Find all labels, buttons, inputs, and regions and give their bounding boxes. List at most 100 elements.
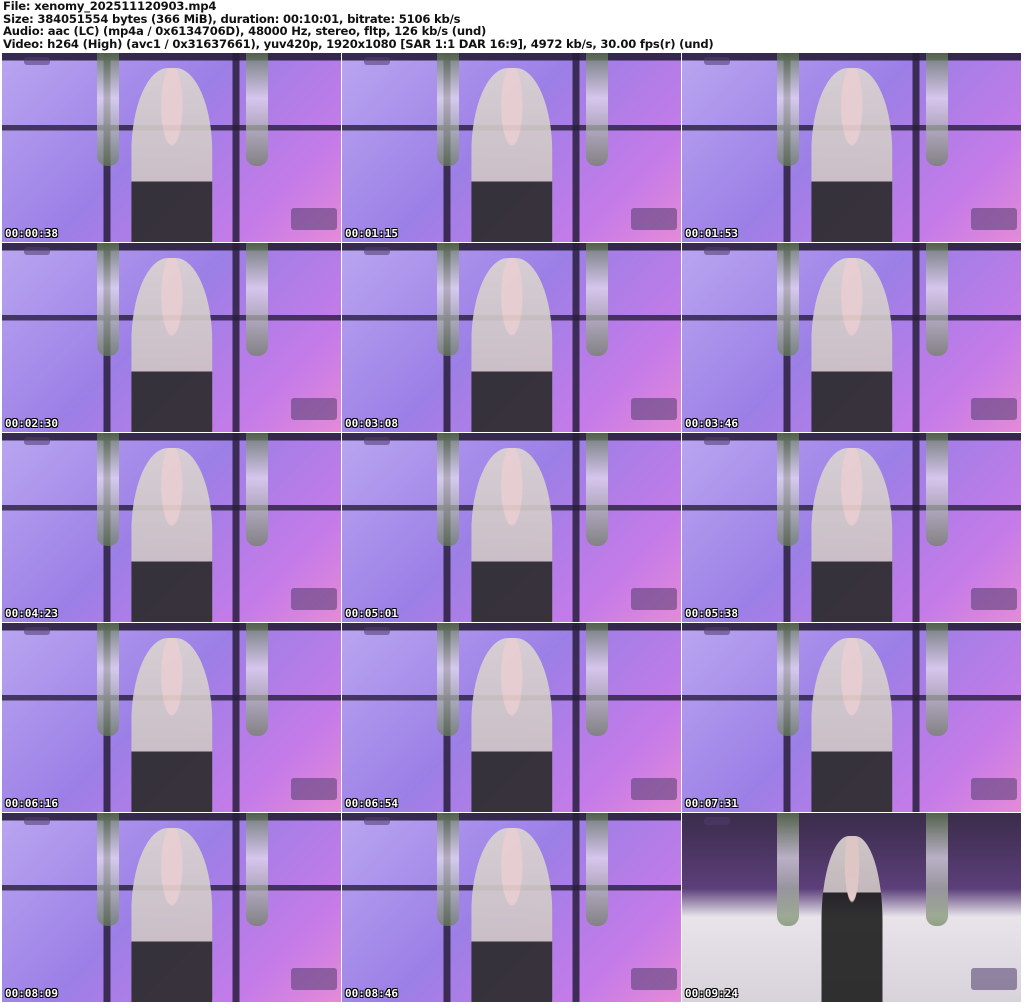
timestamp: 00:01:15 xyxy=(345,227,398,240)
plant-decoration xyxy=(436,243,459,357)
video-thumbnail: 00:06:16 xyxy=(2,623,341,812)
plant-decoration xyxy=(436,433,459,547)
overlay-tag xyxy=(24,57,50,65)
video-thumbnail: 00:03:08 xyxy=(342,243,681,432)
person-figure xyxy=(470,68,553,242)
file-name: File: xenomy_202511120903.mp4 xyxy=(3,0,217,13)
plant-decoration xyxy=(926,53,949,167)
overlay-widget xyxy=(631,778,677,800)
plant-decoration xyxy=(926,813,949,927)
timestamp: 00:08:09 xyxy=(5,987,58,1000)
overlay-widget xyxy=(631,588,677,610)
overlay-tag xyxy=(364,817,390,825)
overlay-widget xyxy=(631,208,677,230)
timestamp: 00:06:16 xyxy=(5,797,58,810)
video-thumbnail: 00:08:09 xyxy=(2,813,341,1002)
plant-decoration xyxy=(96,243,119,357)
person-figure xyxy=(130,68,213,242)
overlay-tag xyxy=(704,437,730,445)
overlay-tag xyxy=(24,247,50,255)
overlay-tag xyxy=(704,57,730,65)
timestamp: 00:03:08 xyxy=(345,417,398,430)
overlay-tag xyxy=(364,247,390,255)
timestamp: 00:00:38 xyxy=(5,227,58,240)
video-thumbnail: 00:02:30 xyxy=(2,243,341,432)
plant-decoration xyxy=(586,623,609,737)
plant-decoration xyxy=(246,53,269,167)
timestamp: 00:01:53 xyxy=(685,227,738,240)
overlay-widget xyxy=(291,588,337,610)
plant-decoration xyxy=(586,433,609,547)
plant-decoration xyxy=(246,813,269,927)
video-thumbnail: 00:05:01 xyxy=(342,433,681,622)
overlay-tag xyxy=(364,57,390,65)
plant-decoration xyxy=(586,243,609,357)
person-figure xyxy=(130,828,213,1002)
timestamp: 00:04:23 xyxy=(5,607,58,620)
plant-decoration xyxy=(776,243,799,357)
audio-info: Audio: aac (LC) (mp4a / 0x6134706D), 480… xyxy=(3,24,487,39)
person-figure xyxy=(130,448,213,622)
overlay-widget xyxy=(971,968,1017,990)
person-figure xyxy=(810,258,893,432)
plant-decoration xyxy=(246,433,269,547)
person-figure xyxy=(810,638,893,812)
overlay-tag xyxy=(24,437,50,445)
file-info-header: File: xenomy_202511120903.mp4 Size: 3840… xyxy=(3,0,714,50)
person-figure xyxy=(810,68,893,242)
video-thumbnail: 00:05:38 xyxy=(682,433,1021,622)
overlay-tag xyxy=(364,627,390,635)
plant-decoration xyxy=(926,243,949,357)
person-figure xyxy=(130,638,213,812)
overlay-widget xyxy=(971,398,1017,420)
plant-decoration xyxy=(926,433,949,547)
overlay-tag xyxy=(24,627,50,635)
plant-decoration xyxy=(436,813,459,927)
video-thumbnail: 00:08:46 xyxy=(342,813,681,1002)
plant-decoration xyxy=(926,623,949,737)
overlay-widget xyxy=(971,588,1017,610)
overlay-widget xyxy=(291,778,337,800)
plant-decoration xyxy=(436,623,459,737)
timestamp: 00:05:01 xyxy=(345,607,398,620)
plant-decoration xyxy=(776,53,799,167)
timestamp: 00:05:38 xyxy=(685,607,738,620)
video-thumbnail: 00:09:24 xyxy=(682,813,1021,1002)
plant-decoration xyxy=(96,623,119,737)
overlay-widget xyxy=(291,398,337,420)
timestamp: 00:07:31 xyxy=(685,797,738,810)
video-thumbnail: 00:06:54 xyxy=(342,623,681,812)
timestamp: 00:06:54 xyxy=(345,797,398,810)
overlay-tag xyxy=(704,627,730,635)
plant-decoration xyxy=(776,813,799,927)
overlay-tag xyxy=(364,437,390,445)
overlay-widget xyxy=(971,778,1017,800)
person-figure xyxy=(470,828,553,1002)
plant-decoration xyxy=(586,813,609,927)
video-thumbnail: 00:01:53 xyxy=(682,53,1021,242)
plant-decoration xyxy=(776,623,799,737)
person-figure xyxy=(470,258,553,432)
video-thumbnail: 00:00:38 xyxy=(2,53,341,242)
video-thumbnail: 00:04:23 xyxy=(2,433,341,622)
plant-decoration xyxy=(96,433,119,547)
video-thumbnail: 00:01:15 xyxy=(342,53,681,242)
overlay-widget xyxy=(631,968,677,990)
thumbnail-grid: 00:00:38 00:01:15 00:01:53 00:02:30 00:03:08… xyxy=(2,53,1021,1002)
timestamp: 00:03:46 xyxy=(685,417,738,430)
person-figure xyxy=(820,835,883,1002)
person-figure xyxy=(470,448,553,622)
plant-decoration xyxy=(96,53,119,167)
video-info: Video: h264 (High) (avc1 / 0x31637661), … xyxy=(3,36,714,51)
timestamp: 00:09:24 xyxy=(685,987,738,1000)
person-figure xyxy=(130,258,213,432)
video-thumbnail: 00:03:46 xyxy=(682,243,1021,432)
overlay-tag xyxy=(704,817,730,825)
overlay-widget xyxy=(291,968,337,990)
plant-decoration xyxy=(436,53,459,167)
plant-decoration xyxy=(586,53,609,167)
video-thumbnail: 00:07:31 xyxy=(682,623,1021,812)
plant-decoration xyxy=(246,623,269,737)
overlay-widget xyxy=(291,208,337,230)
plant-decoration xyxy=(96,813,119,927)
